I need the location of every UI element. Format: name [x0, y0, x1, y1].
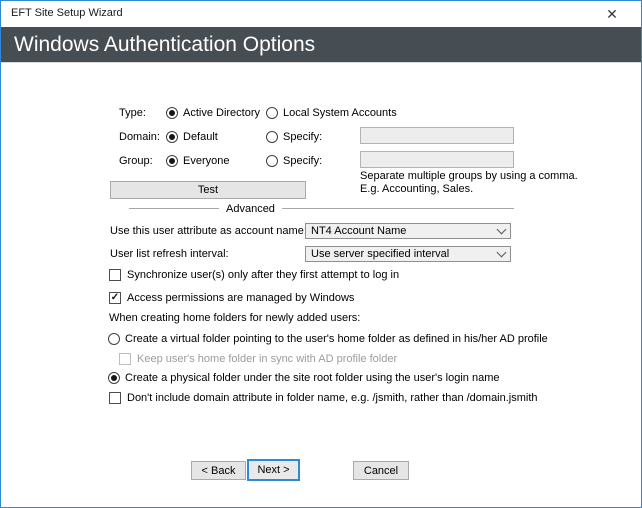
- type-label: Type:: [119, 107, 166, 119]
- checkbox-label: Synchronize user(s) only after they firs…: [127, 269, 399, 281]
- wizard-banner: Windows Authentication Options: [1, 27, 641, 63]
- radio-active-directory[interactable]: Active Directory: [166, 107, 266, 119]
- back-button[interactable]: < Back: [191, 461, 246, 480]
- radio-label: Everyone: [183, 155, 229, 167]
- radio-label: Create a physical folder under the site …: [125, 372, 499, 384]
- cancel-button[interactable]: Cancel: [353, 461, 409, 480]
- radio-icon: [166, 131, 178, 143]
- radio-label: Active Directory: [183, 107, 260, 119]
- selected-value: NT4 Account Name: [311, 225, 406, 237]
- home-folders-heading: When creating home folders for newly add…: [109, 312, 360, 324]
- close-button[interactable]: ✕: [599, 4, 625, 24]
- chevron-down-icon: [497, 248, 507, 258]
- checkbox-label: Keep user's home folder in sync with AD …: [137, 353, 397, 365]
- radio-label: Specify:: [283, 155, 322, 167]
- radio-domain-default[interactable]: Default: [166, 131, 266, 143]
- refresh-interval-label: User list refresh interval:: [110, 248, 229, 260]
- next-button[interactable]: Next >: [247, 459, 300, 481]
- radio-icon: [166, 107, 178, 119]
- close-icon: ✕: [606, 6, 618, 23]
- window-title: EFT Site Setup Wizard: [11, 7, 123, 19]
- group-label: Group:: [119, 155, 166, 167]
- divider-line: [129, 208, 219, 209]
- advanced-label: Advanced: [226, 203, 275, 215]
- type-row: Type: Active Directory Local System Acco…: [119, 106, 397, 120]
- radio-group-everyone[interactable]: Everyone: [166, 155, 266, 167]
- domain-specify-input[interactable]: [360, 127, 514, 144]
- checkbox-icon: [119, 353, 131, 365]
- advanced-divider: Advanced: [129, 202, 514, 215]
- radio-local-system-accounts[interactable]: Local System Accounts: [266, 107, 397, 119]
- domain-attribute-checkbox[interactable]: Don't include domain attribute in folder…: [109, 391, 538, 405]
- checkbox-icon: ✓: [109, 292, 121, 304]
- virtual-folder-radio[interactable]: Create a virtual folder pointing to the …: [108, 332, 548, 346]
- titlebar: EFT Site Setup Wizard ✕: [1, 1, 641, 27]
- group-specify-input[interactable]: [360, 151, 514, 168]
- radio-label: Local System Accounts: [283, 107, 397, 119]
- account-attribute-label: Use this user attribute as account name:: [110, 225, 307, 237]
- radio-label: Default: [183, 131, 218, 143]
- physical-folder-radio[interactable]: Create a physical folder under the site …: [108, 371, 499, 385]
- sync-users-checkbox[interactable]: Synchronize user(s) only after they firs…: [109, 268, 399, 282]
- radio-icon: [266, 107, 278, 119]
- checkbox-icon: [109, 392, 121, 404]
- wizard-window: EFT Site Setup Wizard ✕ Windows Authenti…: [0, 0, 642, 508]
- group-hint-line2: E.g. Accounting, Sales.: [360, 183, 473, 196]
- test-button[interactable]: Test: [110, 181, 306, 199]
- account-attribute-select[interactable]: NT4 Account Name: [305, 223, 511, 239]
- radio-icon: [108, 333, 120, 345]
- domain-label: Domain:: [119, 131, 166, 143]
- page-title: Windows Authentication Options: [1, 33, 315, 57]
- radio-icon: [266, 131, 278, 143]
- access-permissions-checkbox[interactable]: ✓ Access permissions are managed by Wind…: [109, 291, 354, 305]
- checkbox-label: Access permissions are managed by Window…: [127, 292, 354, 304]
- group-hint-line1: Separate multiple groups by using a comm…: [360, 170, 578, 183]
- selected-value: Use server specified interval: [311, 248, 449, 260]
- checkbox-icon: [109, 269, 121, 281]
- chevron-down-icon: [497, 225, 507, 235]
- divider-line: [282, 208, 514, 209]
- radio-group-specify[interactable]: Specify:: [266, 155, 322, 167]
- radio-label: Specify:: [283, 131, 322, 143]
- radio-domain-specify[interactable]: Specify:: [266, 131, 322, 143]
- domain-row: Domain: Default Specify:: [119, 130, 322, 144]
- keep-sync-checkbox: Keep user's home folder in sync with AD …: [119, 352, 397, 366]
- group-row: Group: Everyone Specify:: [119, 154, 322, 168]
- radio-icon: [166, 155, 178, 167]
- radio-label: Create a virtual folder pointing to the …: [125, 333, 548, 345]
- radio-icon: [108, 372, 120, 384]
- refresh-interval-select[interactable]: Use server specified interval: [305, 246, 511, 262]
- radio-icon: [266, 155, 278, 167]
- checkbox-label: Don't include domain attribute in folder…: [127, 392, 538, 404]
